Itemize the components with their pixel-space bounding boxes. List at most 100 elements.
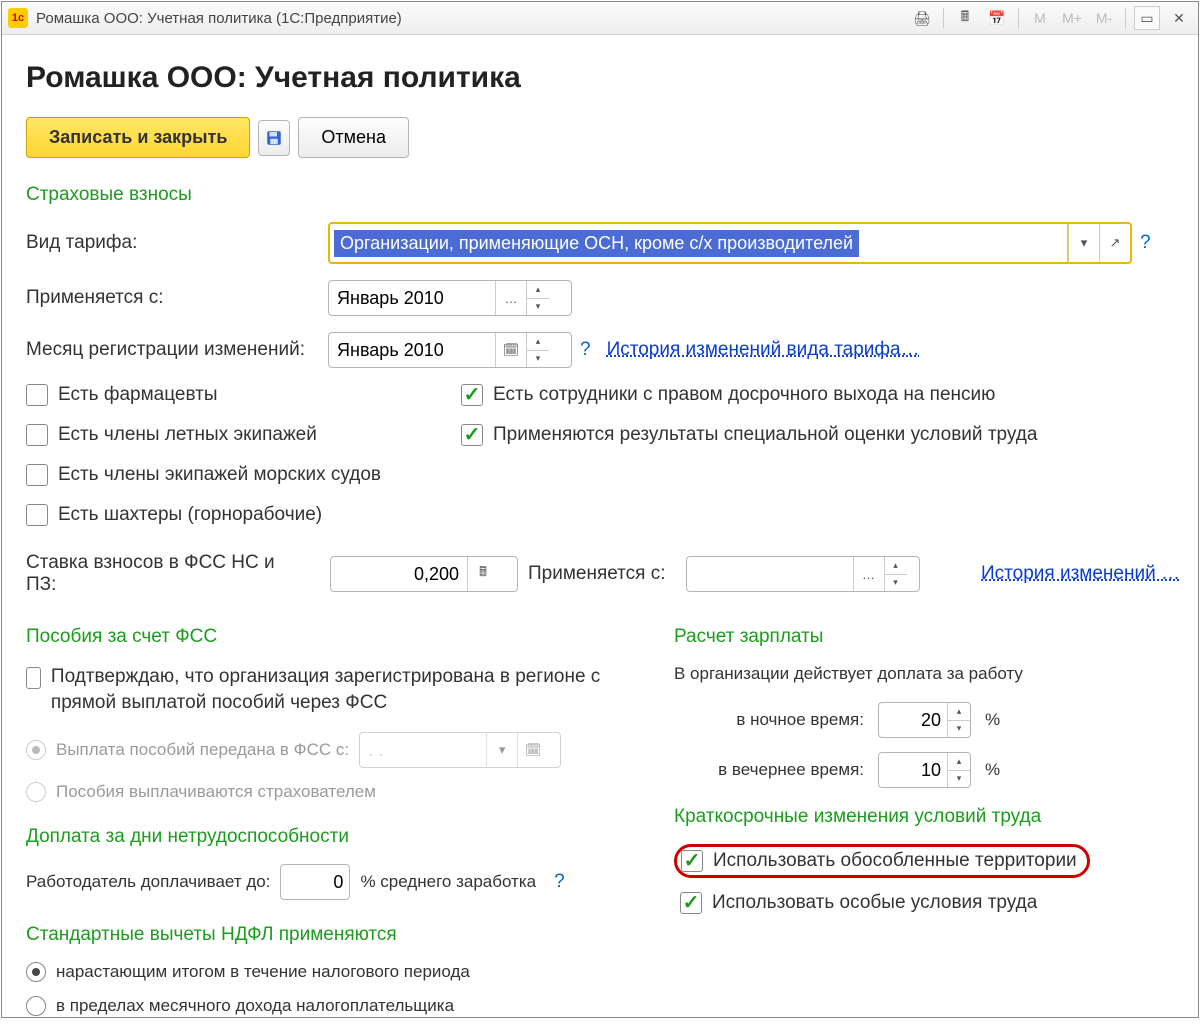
applies-from-input[interactable]: … ▴▾ — [328, 280, 572, 316]
fss-transfer-date-input: ▾ 🗓 — [359, 732, 561, 768]
spin-up-icon[interactable]: ▴ — [948, 703, 970, 721]
month-reg-input[interactable]: 🗓 ▴▾ — [328, 332, 572, 368]
section-short-term: Краткосрочные изменения условий труда — [674, 806, 1180, 828]
employer-extra-field[interactable] — [281, 872, 349, 893]
spin-down-icon[interactable]: ▾ — [527, 299, 549, 316]
save-icon — [265, 129, 283, 147]
tariff-history-link[interactable]: История изменений вида тарифа… — [607, 339, 920, 361]
spin-up-icon[interactable]: ▴ — [527, 333, 549, 351]
checkbox-label: Подтверждаю, что организация зарегистрир… — [51, 664, 626, 716]
radio-fss-to-fss — [26, 740, 46, 760]
dropdown-icon[interactable]: ▾ — [1068, 224, 1099, 262]
spin-up-icon[interactable]: ▴ — [885, 557, 907, 575]
checkbox-flight-crew[interactable]: Есть члены летных экипажей — [26, 424, 421, 446]
radio-label: Выплата пособий передана в ФСС с: — [56, 740, 349, 760]
page-title: Ромашка ООО: Учетная политика — [26, 61, 1180, 95]
label-month-reg: Месяц регистрации изменений: — [26, 339, 328, 361]
help-icon[interactable]: ? — [580, 339, 591, 361]
separator — [1125, 8, 1126, 28]
applies-from-field[interactable] — [329, 288, 495, 309]
spin-down-icon[interactable]: ▾ — [948, 771, 970, 788]
fss-rate-input[interactable]: 🖩 — [330, 556, 518, 592]
label-applies-from: Применяется с: — [26, 287, 328, 309]
calculator-icon[interactable]: 🖩 — [952, 6, 978, 30]
radio-label: Пособия выплачиваются страхователем — [56, 782, 376, 802]
spin-up-icon[interactable]: ▴ — [948, 753, 970, 771]
checkbox-early-pension[interactable]: Есть сотрудники с правом досрочного выхо… — [461, 384, 1037, 406]
checkbox-fss-confirm[interactable]: Подтверждаю, что организация зарегистрир… — [26, 664, 626, 716]
save-button[interactable] — [258, 120, 290, 156]
separator — [1018, 8, 1019, 28]
checkbox-label: Есть фармацевты — [58, 384, 218, 406]
checkbox-pharmacists[interactable]: Есть фармацевты — [26, 384, 421, 406]
spin-down-icon[interactable]: ▾ — [527, 351, 549, 368]
cancel-button[interactable]: Отмена — [298, 117, 409, 158]
checkbox-miners[interactable]: Есть шахтеры (горнорабочие) — [26, 504, 421, 526]
checkbox-spec-eval[interactable]: Применяются результаты специальной оценк… — [461, 424, 1037, 446]
calendar-picker-icon[interactable]: 🗓 — [495, 333, 526, 367]
memory-mplus-button[interactable]: M+ — [1059, 6, 1085, 30]
evening-pct-input[interactable]: ▴▾ — [878, 752, 971, 788]
evening-pct-field[interactable] — [879, 760, 947, 781]
print-icon[interactable]: 🖨 — [909, 6, 935, 30]
percent-label: % — [985, 760, 1000, 780]
memory-mminus-button[interactable]: M- — [1091, 6, 1117, 30]
window-title: Ромашка ООО: Учетная политика (1С:Предпр… — [36, 10, 402, 27]
separator — [943, 8, 944, 28]
calc-icon[interactable]: 🖩 — [467, 557, 498, 591]
spin-down-icon[interactable]: ▾ — [885, 575, 907, 592]
help-icon[interactable]: ? — [554, 871, 565, 893]
checkbox-label: Есть сотрудники с правом досрочного выхо… — [493, 384, 995, 406]
tariff-type-value: Организации, применяющие ОСН, кроме с/х … — [334, 230, 859, 257]
titlebar: 1с Ромашка ООО: Учетная политика (1С:Пре… — [2, 2, 1198, 35]
label-night: в ночное время: — [674, 710, 864, 730]
calendar-picker-icon: 🗓 — [517, 733, 548, 767]
checkbox-label: Использовать обособленные территории — [713, 850, 1077, 872]
employer-extra-input[interactable] — [280, 864, 350, 900]
label-avg-earnings: % среднего заработка — [360, 872, 536, 892]
save-and-close-button[interactable]: Записать и закрыть — [26, 117, 250, 158]
app-window: 1с Ромашка ООО: Учетная политика (1С:Пре… — [1, 1, 1199, 1018]
salary-intro: В организации действует доплата за работ… — [674, 664, 1180, 684]
picker-button[interactable]: … — [495, 281, 526, 315]
picker-button[interactable]: … — [853, 557, 884, 591]
percent-label: % — [985, 710, 1000, 730]
calendar-icon[interactable]: 📅 — [984, 6, 1010, 30]
history2-link[interactable]: История изменений … — [981, 563, 1180, 585]
month-reg-field[interactable] — [329, 340, 495, 361]
checkbox-label: Есть члены летных экипажей — [58, 424, 317, 446]
applies-from2-field[interactable] — [687, 564, 853, 585]
help-icon[interactable]: ? — [1140, 232, 1151, 254]
fss-transfer-date-field — [360, 740, 486, 761]
memory-m-button[interactable]: M — [1027, 6, 1053, 30]
minimize-button[interactable]: ▭ — [1134, 6, 1160, 30]
night-pct-input[interactable]: ▴▾ — [878, 702, 971, 738]
checkbox-label: Есть члены экипажей морских судов — [58, 464, 381, 486]
toolbar: Записать и закрыть Отмена — [26, 117, 1180, 158]
checkbox-sea-crew[interactable]: Есть члены экипажей морских судов — [26, 464, 421, 486]
fss-rate-field[interactable] — [331, 564, 467, 585]
checkbox-label: Использовать особые условия труда — [712, 892, 1037, 914]
section-fss-benefits: Пособия за счет ФСС — [26, 626, 626, 648]
checkbox-special-conditions[interactable]: Использовать особые условия труда — [680, 892, 1180, 914]
open-icon[interactable]: ↗ — [1099, 224, 1130, 262]
highlighted-option: Использовать обособленные территории — [674, 844, 1090, 878]
checkbox-separate-territories[interactable]: Использовать обособленные территории — [681, 850, 1077, 872]
spin-down-icon[interactable]: ▾ — [948, 721, 970, 738]
radio-label: нарастающим итогом в течение налогового … — [56, 962, 470, 982]
radio-fss-by-insurer — [26, 782, 46, 802]
dropdown-icon: ▾ — [486, 733, 517, 767]
spin-up-icon[interactable]: ▴ — [527, 281, 549, 299]
radio-ndfl-cumulative[interactable] — [26, 962, 46, 982]
close-button[interactable]: ✕ — [1166, 6, 1192, 30]
night-pct-field[interactable] — [879, 710, 947, 731]
applies-from2-input[interactable]: … ▴▾ — [686, 556, 920, 592]
tariff-type-select[interactable]: Организации, применяющие ОСН, кроме с/х … — [328, 222, 1132, 264]
radio-ndfl-monthly[interactable] — [26, 996, 46, 1016]
radio-label: в пределах месячного дохода налогоплател… — [56, 996, 454, 1016]
label-tariff-type: Вид тарифа: — [26, 232, 328, 254]
section-insurance: Страховые взносы — [26, 184, 1180, 206]
label-applies-from2: Применяется с: — [528, 563, 666, 585]
checkbox-label: Применяются результаты специальной оценк… — [493, 424, 1037, 446]
section-ndfl: Стандартные вычеты НДФЛ применяются — [26, 924, 626, 946]
